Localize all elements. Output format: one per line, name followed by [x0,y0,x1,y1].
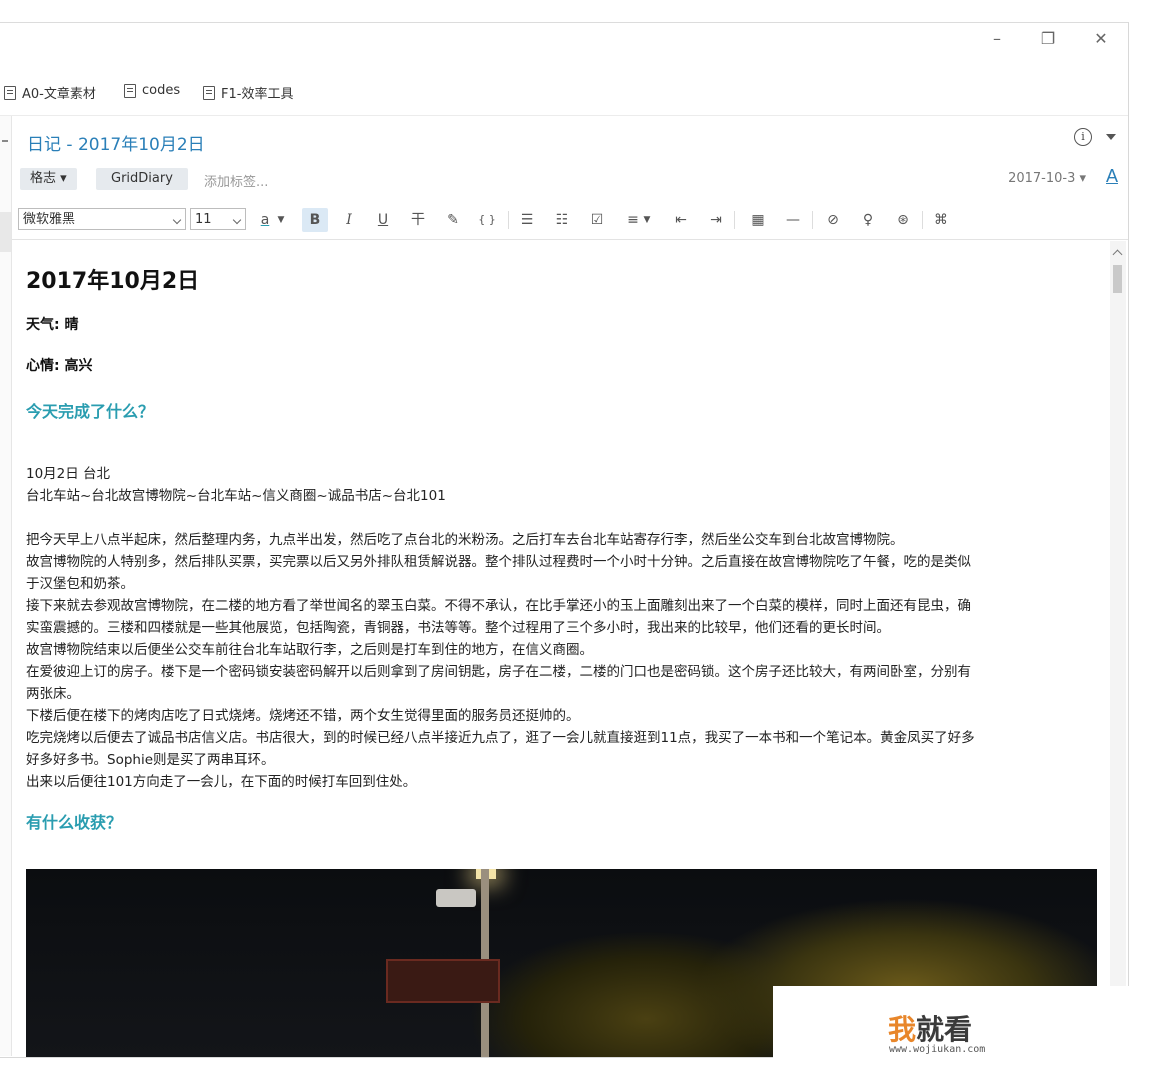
bold-button[interactable]: B [302,208,328,232]
tag-row: 格志 ▾ GridDiary 添加标签... 2017-10-3 ▾ A [12,163,1128,197]
template-tag[interactable]: GridDiary [96,168,188,190]
format-toolbar: 微软雅黑 11 a ▼ B I U 干 ✎ { } ☰ ☷ ☑ ≡ ▼ ⇤ ⇥ … [12,203,1128,240]
watermark-rest: 就看 [916,1013,973,1046]
bulb-button[interactable]: ♀ [855,208,881,232]
title-bar: – ❐ ✕ [0,23,1128,71]
toolbar-divider [922,211,923,229]
left-panel-edge [0,116,12,1056]
bookmark-a0[interactable]: A0-文章素材 [4,83,96,102]
info-icon[interactable]: i [1074,128,1092,146]
note-heading: 2017年10月2日 [26,269,200,294]
watermark-url: www.wojiukan.com [889,1044,986,1055]
link-button[interactable]: ⊘ [820,208,846,232]
numbered-list-button[interactable]: ☷ [549,208,575,232]
editor-scrollbar[interactable] [1110,241,1126,1006]
caret-down-icon[interactable]: ▼ [274,208,288,232]
close-button[interactable]: ✕ [1086,27,1116,51]
street-sign [386,959,500,1003]
body-line: 实蛮震撼的。三楼和四楼就是一些其他展览，包括陶瓷，青铜器，书法等等。整个过程用了… [26,620,890,636]
outdent-button[interactable]: ⇤ [668,208,694,232]
watermark: 我就看 www.wojiukan.com [773,986,1152,1080]
checklist-button[interactable]: ☑ [584,208,610,232]
font-style-button[interactable]: A [1106,166,1118,187]
scroll-thumb[interactable] [1113,265,1122,293]
caret-down-icon[interactable]: ▼ [640,208,654,232]
body-line: 接下来就去参观故宫博物院，在二楼的地方看了举世闻名的翠玉白菜。不得不承认，在比手… [26,598,971,614]
more-button[interactable]: ⌘ [928,208,954,232]
italic-button[interactable]: I [336,208,362,232]
app-window: – ❐ ✕ A0-文章素材 codes F1-效率工具 日记 - 2017年10… [0,22,1129,1058]
highlight-button[interactable]: ✎ [440,208,466,232]
body-line: 好多好多书。Sophie则是买了两串耳环。 [26,752,275,768]
code-button[interactable]: { } [474,208,500,232]
body-line: 吃完烧烤以后便去了诚品书店信义店。书店很大，到的时候已经八点半接近九点了，逛了一… [26,730,975,746]
category-tag[interactable]: 格志 ▾ [20,168,77,190]
scroll-up-icon[interactable] [1112,249,1123,260]
body-line: 下楼后便在楼下的烤肉店吃了日式烧烤。烧烤还不错，两个女生觉得里面的服务员还挺帅的… [26,708,580,724]
bullet-list-button[interactable]: ☰ [514,208,540,232]
menu-caret-icon[interactable] [1106,134,1116,140]
note-header: 日记 - 2017年10月2日 i [12,116,1128,168]
underline-button[interactable]: U [370,208,396,232]
note-editor[interactable]: 2017年10月2日 天气: 晴 心情: 高兴 今天完成了什么？ 10月2日 台… [12,241,1108,1057]
body-line: 于汉堡包和奶茶。 [26,576,134,592]
minimize-button[interactable]: – [982,27,1012,51]
font-size-value: 11 [195,212,212,227]
panel-handle[interactable] [0,212,11,252]
date-place-line: 10月2日 台北 [26,466,111,482]
chevron-down-icon [232,215,242,225]
section-heading: 有什么收获？ [26,813,123,832]
bookmark-label: A0-文章素材 [22,87,96,102]
chevron-down-icon [172,215,182,225]
weather-line: 天气: 晴 [26,317,79,333]
body-line: 把今天早上八点半起床，然后整理内务，九点半出发，然后吃了点台北的米粉汤。之后打车… [26,532,904,548]
mood-line: 心情: 高兴 [26,358,93,374]
restore-button[interactable]: ❐ [1033,27,1063,51]
notebook-icon [203,85,215,100]
watermark-logo: 我就看 [888,1008,972,1048]
notebook-icon [124,83,136,98]
camera [436,889,476,907]
toolbar-divider [734,211,735,229]
font-family-select[interactable]: 微软雅黑 [18,208,186,230]
bookmark-bar: A0-文章素材 codes F1-效率工具 [0,73,1128,116]
toolbar-divider [508,211,509,229]
body-line: 出来以后便往101方向走了一会儿，在下面的时候打车回到住处。 [26,774,417,790]
bookmark-label: codes [142,83,181,98]
section-heading: 今天完成了什么？ [26,402,155,421]
body-line: 两张床。 [26,686,80,702]
emoji-button[interactable]: ⊛ [890,208,916,232]
note-title[interactable]: 日记 - 2017年10月2日 [27,130,205,155]
body-line: 故宫博物院的人特别多，然后排队买票，买完票以后又另外排队租赁解说器。整个排队过程… [26,554,971,570]
route-line: 台北车站~台北故宫博物院~台北车站~信义商圈~诚品书店~台北101 [26,488,446,504]
horizontal-rule-button[interactable]: — [780,208,806,232]
panel-marker [2,140,8,142]
indent-button[interactable]: ⇥ [703,208,729,232]
toolbar-divider [812,211,813,229]
body-line: 故宫博物院结束以后便坐公交车前往台北车站取行李，之后则是打车到住的地方，在信义商… [26,642,593,658]
strikethrough-button[interactable]: 干 [405,208,431,232]
font-family-value: 微软雅黑 [23,212,76,227]
add-tag-input[interactable]: 添加标签... [204,171,268,190]
body-line: 在爱彼迎上订的房子。楼下是一个密码锁安装密码解开以后则拿到了房间钥匙，房子在二楼… [26,664,971,680]
table-button[interactable]: ▦ [745,208,771,232]
note-date[interactable]: 2017-10-3 ▾ [1008,171,1086,186]
watermark-first-char: 我 [888,1013,917,1046]
bookmark-codes[interactable]: codes [124,83,180,98]
font-size-select[interactable]: 11 [190,208,246,230]
bookmark-f1[interactable]: F1-效率工具 [203,83,293,102]
bookmark-label: F1-效率工具 [221,87,294,102]
notebook-icon [4,85,16,100]
